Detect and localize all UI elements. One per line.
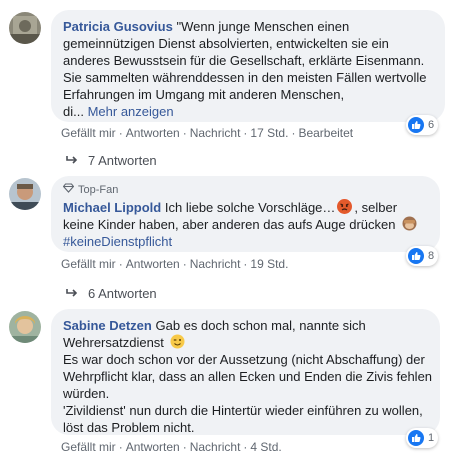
comment-text-line: Es war doch schon vor der Aussetzung (ni… [63, 352, 425, 367]
timestamp[interactable]: 4 Std. [250, 440, 281, 454]
reaction-count-value: 8 [428, 250, 435, 262]
comment-text-line: "Wenn junge Menschen einen [176, 19, 350, 34]
reaction-count-value: 1 [428, 432, 435, 444]
top-fan-badge: Top-Fan [62, 182, 428, 199]
reaction-count[interactable]: 6 [406, 115, 439, 135]
comment-actions: Gefällt mir · Antworten · Nachricht · 17 Std. ·… [61, 126, 354, 140]
reply-arrow-icon [66, 286, 78, 301]
comment-text-line: Wehrersatzdienst [63, 335, 164, 350]
comment-text-line: Wehrpflicht klar, dass an allen Ecken un… [63, 369, 433, 384]
comment-text-line: Gab es doch schon mal, nannte sich [155, 318, 366, 333]
edited-label: Bearbeitet [298, 126, 354, 140]
replies-label: 6 Antworten [88, 286, 157, 301]
comment-actions: Gefällt mir · Antworten · Nachricht · 19 Std. [61, 257, 289, 271]
avatar[interactable] [9, 12, 41, 44]
timestamp[interactable]: 17 Std. [250, 126, 288, 140]
view-replies-link[interactable]: 6 Antworten [66, 286, 157, 301]
like-icon [408, 117, 424, 133]
like-icon [408, 248, 424, 264]
avatar[interactable] [9, 311, 41, 343]
winking-face-icon [170, 334, 185, 349]
comment-actions: Gefällt mir · Antworten · Nachricht · 4 Std. [61, 440, 282, 454]
message-action[interactable]: Nachricht [190, 126, 241, 140]
reaction-count[interactable]: 1 [406, 428, 439, 448]
comment-text-line: gemeinnützigen Dienst absolvierten, entw… [63, 36, 389, 51]
comment-text-line: keine Kinder haben, aber anderen das auf… [63, 217, 396, 232]
message-action[interactable]: Nachricht [190, 257, 241, 271]
reply-action[interactable]: Antworten [126, 257, 180, 271]
comment-text-line: , selber [354, 200, 398, 215]
view-replies-link[interactable]: 7 Antworten [66, 153, 157, 168]
reply-action[interactable]: Antworten [126, 440, 180, 454]
timestamp[interactable]: 19 Std. [250, 257, 288, 271]
comment-author[interactable]: Sabine Detzen [63, 318, 152, 333]
reply-action[interactable]: Antworten [126, 126, 180, 140]
comment-text-line: anderes Bewusstsein für die Gesellschaft… [63, 53, 425, 68]
like-action[interactable]: Gefällt mir [61, 126, 116, 140]
angry-face-icon [337, 199, 353, 214]
reply-arrow-icon [66, 153, 78, 168]
reaction-count-value: 6 [428, 119, 435, 131]
comment-text-line: Erfahrungen im Umgang mit anderen Mensch… [63, 87, 345, 102]
comment-text-line: 'Zivildienst' nun durch die Hintertür wi… [63, 403, 423, 418]
see-no-evil-monkey-icon [402, 216, 417, 231]
comment-author[interactable]: Patricia Gusovius [63, 19, 173, 34]
comment-text-line: löst das Problem nicht. [63, 420, 195, 435]
top-fan-label: Top-Fan [78, 184, 119, 196]
comment-text-line: Sie sammelten währenddessen in den meist… [63, 70, 427, 85]
comment-bubble: Sabine Detzen Gab es doch schon mal, nan… [51, 309, 440, 435]
show-more-link[interactable]: Mehr anzeigen [88, 104, 174, 119]
like-action[interactable]: Gefällt mir [61, 440, 116, 454]
comment-author[interactable]: Michael Lippold [63, 200, 161, 215]
diamond-icon [62, 182, 75, 199]
replies-label: 7 Antworten [88, 153, 157, 168]
comment-text-truncated: di... [63, 104, 84, 119]
message-action[interactable]: Nachricht [190, 440, 241, 454]
comment-text-line: würden. [63, 386, 110, 401]
comment-bubble: Patricia Gusovius "Wenn junge Menschen e… [51, 10, 445, 122]
like-action[interactable]: Gefällt mir [61, 257, 116, 271]
like-icon [408, 430, 424, 446]
avatar[interactable] [9, 178, 41, 210]
comment-bubble: Top-Fan Michael Lippold Ich liebe solche… [51, 176, 440, 252]
hashtag-link[interactable]: #keineDienstpflicht [63, 233, 428, 250]
reaction-count[interactable]: 8 [406, 246, 439, 266]
comment-text-line: Ich liebe solche Vorschläge… [164, 200, 336, 215]
